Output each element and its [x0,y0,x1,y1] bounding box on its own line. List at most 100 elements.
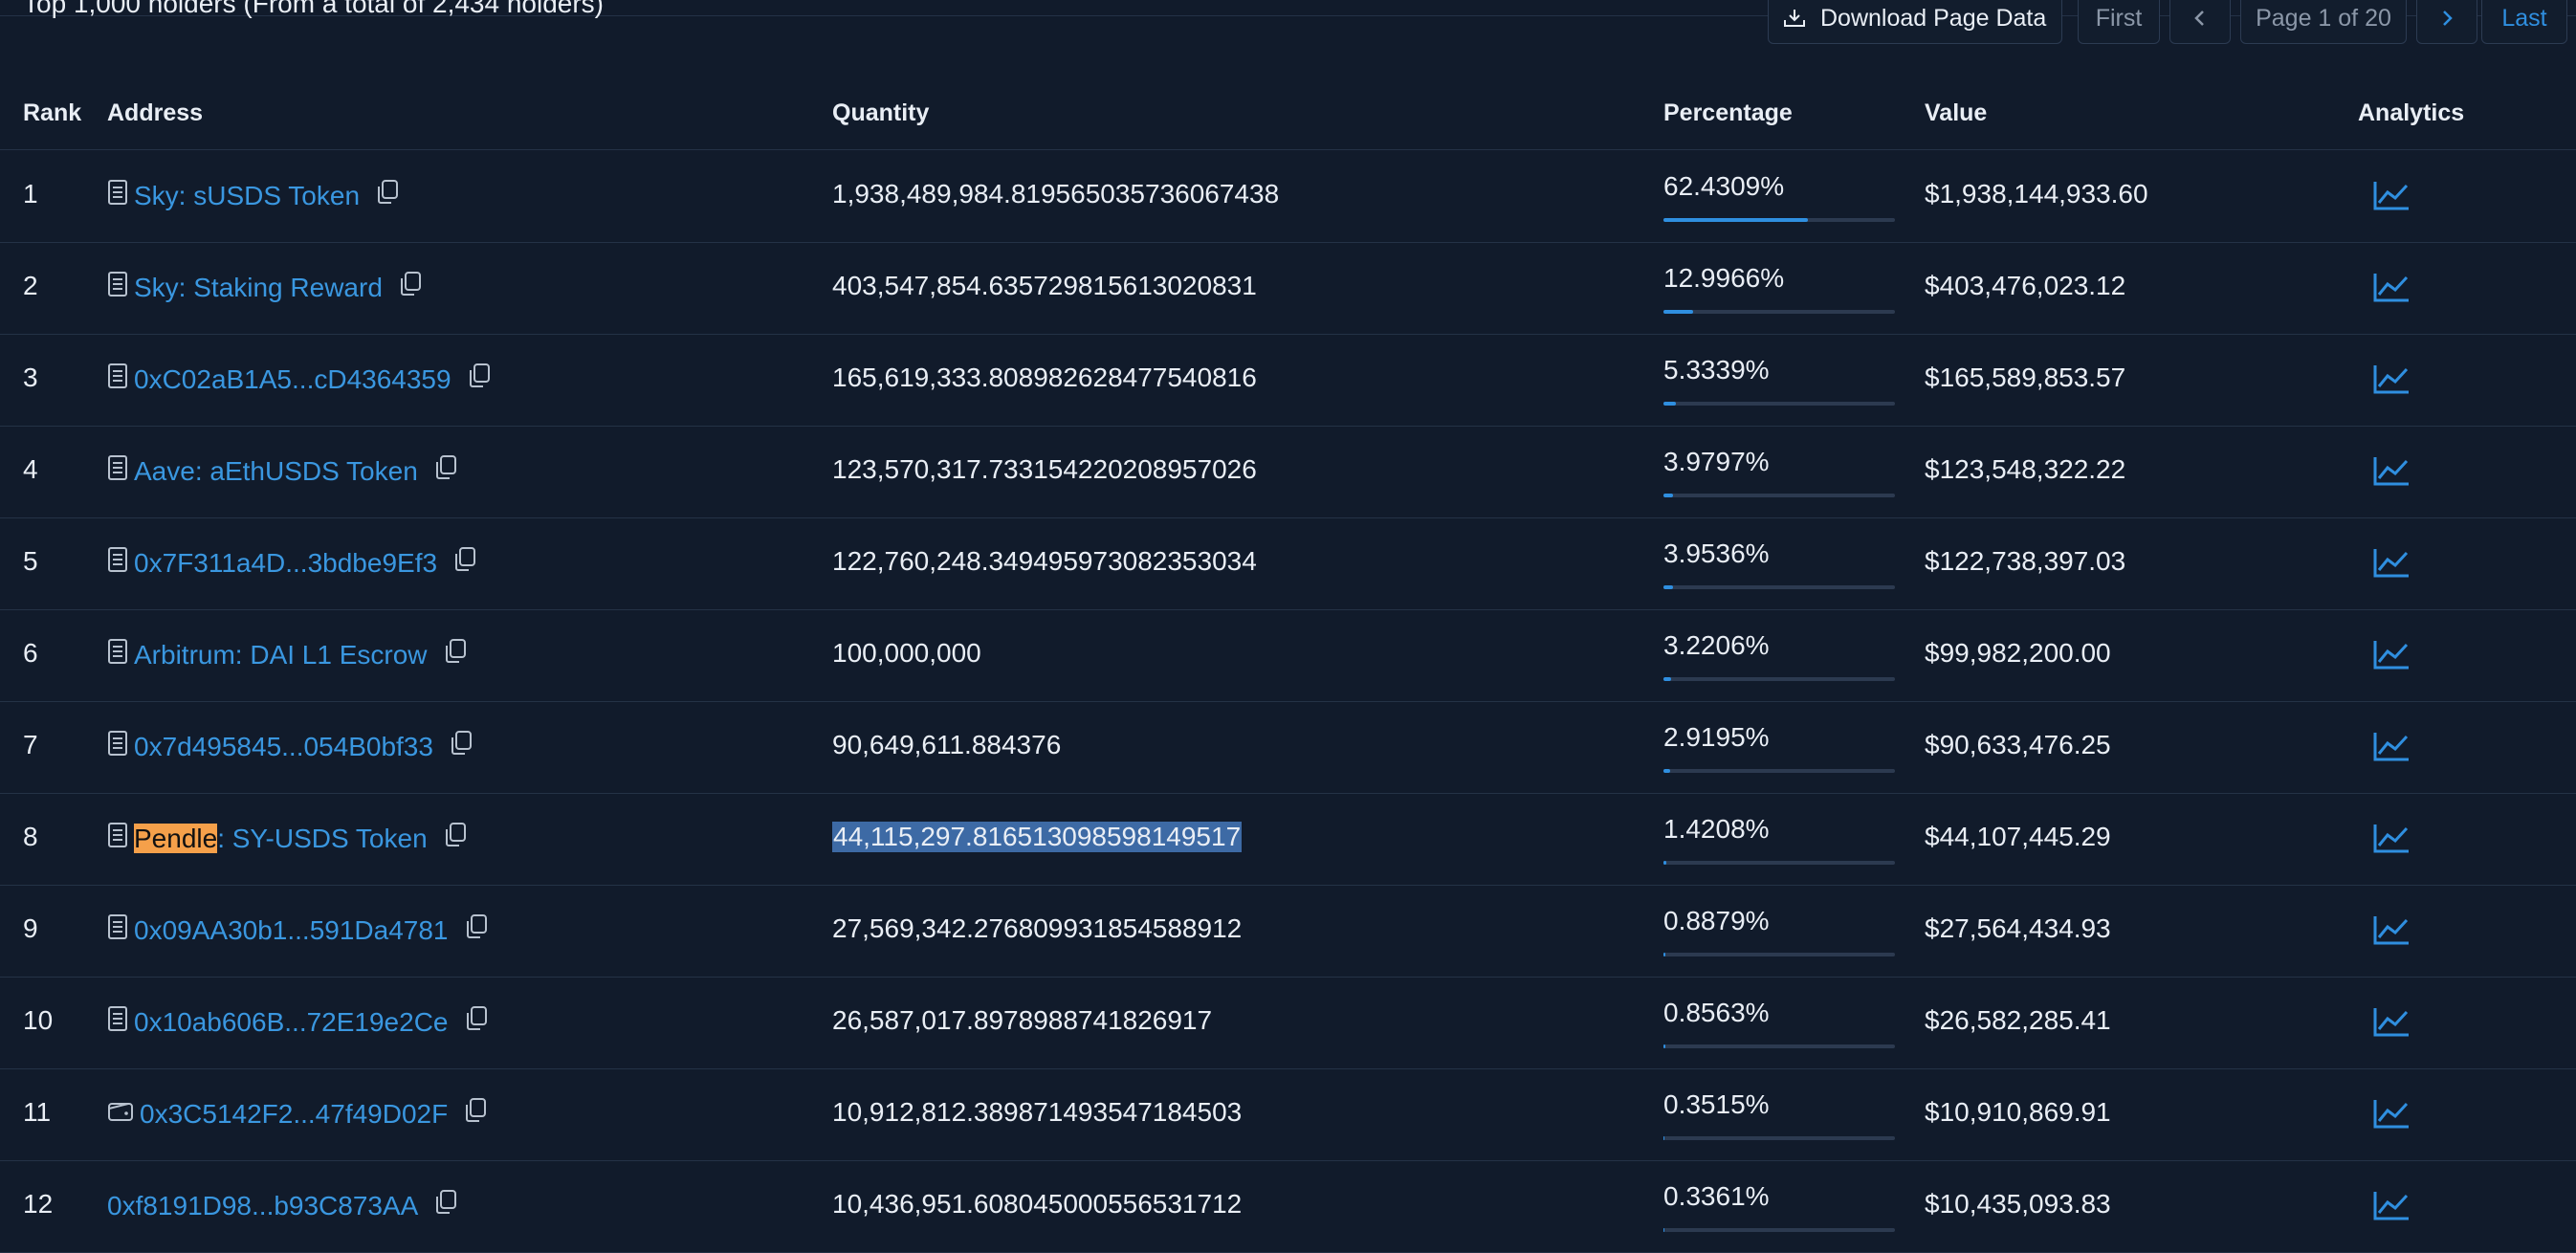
contract-icon [107,638,128,671]
wallet-icon [107,1099,134,1130]
analytics-chart-icon[interactable] [2372,730,2411,764]
address-link[interactable]: 0x3C5142F2...47f49D02F [140,1099,448,1130]
address-link[interactable]: 0x10ab606B...72E19e2Ce [134,1007,449,1038]
search-highlight: Pendle [134,823,218,853]
percentage-bar-fill [1663,1228,1664,1232]
address-link[interactable]: 0x09AA30b1...591Da4781 [134,915,449,946]
first-page-button[interactable]: First [2078,0,2160,44]
analytics-chart-icon[interactable] [2372,1097,2411,1132]
value: $1,938,144,933.60 [1925,179,2148,209]
percentage-bar-fill [1663,861,1667,865]
column-analytics: Analytics [2358,99,2465,126]
table-row: 6 Arbitrum: DAI L1 Escrow 100,000,000 3.220… [0,609,2576,702]
address-cell: Arbitrum: DAI L1 Escrow [107,638,468,671]
address-cell: 0x3C5142F2...47f49D02F [107,1097,488,1131]
analytics-chart-icon[interactable] [2372,179,2411,213]
address-cell: 0x7d495845...054B0bf33 [107,730,473,763]
copy-icon[interactable] [443,822,468,855]
address-cell: 0xf8191D98...b93C873AA [107,1189,458,1222]
value: $403,476,023.12 [1925,271,2126,300]
percentage-bar-fill [1663,218,1809,222]
percentage: 0.3361% [1663,1181,1770,1211]
percentage-bar-fill [1663,494,1673,497]
contract-icon [107,454,128,488]
contract-icon [107,1005,128,1039]
download-page-data-button[interactable]: Download Page Data [1768,0,2062,44]
copy-icon[interactable] [452,546,477,580]
table-row: 11 0x3C5142F2...47f49D02F 10,912,812.38987… [0,1068,2576,1161]
holders-summary: Top 1,000 holders (From a total of 2,434… [23,0,605,18]
percentage-bar [1663,494,1895,497]
address-cell: Pendle: SY-USDS Token [107,822,468,855]
copy-icon[interactable] [463,1097,488,1131]
percentage-bar-fill [1663,769,1671,773]
address-link[interactable]: Aave: aEthUSDS Token [134,456,418,487]
address-link[interactable]: 0x7d495845...054B0bf33 [134,732,433,762]
percentage: 3.9797% [1663,447,1770,476]
copy-icon[interactable] [464,1005,489,1039]
quantity: 165,619,333.808982628477540816 [832,363,1257,392]
copy-icon[interactable] [375,179,400,212]
percentage: 62.4309% [1663,171,1785,201]
rank: 11 [23,1097,52,1127]
quantity: 44,115,297.816513098598149517 [832,822,1243,852]
quantity: 1,938,489,984.819565035736067438 [832,179,1280,209]
analytics-chart-icon[interactable] [2372,546,2411,581]
table-row: 7 0x7d495845...054B0bf33 90,649,611.884376… [0,701,2576,794]
copy-icon[interactable] [467,363,492,396]
rank: 3 [23,363,38,392]
analytics-chart-icon[interactable] [2372,638,2411,672]
address-link[interactable]: Sky: sUSDS Token [134,181,360,211]
address-link[interactable]: Sky: Staking Reward [134,273,383,303]
analytics-chart-icon[interactable] [2372,363,2411,397]
column-value: Value [1925,99,1988,126]
percentage-bar-fill [1663,402,1676,406]
rank: 5 [23,546,38,576]
top-bar: Top 1,000 holders (From a total of 2,434… [0,0,2576,44]
rank: 12 [23,1189,54,1219]
value: $10,435,093.83 [1925,1189,2111,1219]
address-link[interactable]: 0x7F311a4D...3bdbe9Ef3 [134,548,437,579]
rank: 7 [23,730,38,759]
rank: 6 [23,638,38,668]
rank: 8 [23,822,38,851]
copy-icon[interactable] [398,271,423,304]
address-link[interactable]: Pendle: SY-USDS Token [134,823,428,854]
table-row: 10 0x10ab606B...72E19e2Ce 26,587,017.89789… [0,977,2576,1069]
address-link[interactable]: Arbitrum: DAI L1 Escrow [134,640,428,670]
last-page-button[interactable]: Last [2481,0,2567,44]
table-row: 5 0x7F311a4D...3bdbe9Ef3 122,760,248.34949… [0,517,2576,610]
address-cell: 0x10ab606B...72E19e2Ce [107,1005,489,1039]
previous-page-button[interactable] [2169,0,2231,44]
percentage-bar [1663,677,1895,681]
copy-icon[interactable] [449,730,473,763]
percentage-bar [1663,585,1895,589]
address-cell: 0xC02aB1A5...cD4364359 [107,363,492,396]
download-icon [1784,10,1805,27]
percentage: 12.9966% [1663,263,1785,293]
percentage-bar [1663,1136,1895,1140]
analytics-chart-icon[interactable] [2372,454,2411,489]
address-link[interactable]: 0xC02aB1A5...cD4364359 [134,364,451,395]
copy-icon[interactable] [443,638,468,671]
copy-icon[interactable] [464,913,489,947]
address-cell: Aave: aEthUSDS Token [107,454,458,488]
analytics-chart-icon[interactable] [2372,271,2411,305]
analytics-chart-icon[interactable] [2372,913,2411,948]
percentage: 5.3339% [1663,355,1770,385]
analytics-chart-icon[interactable] [2372,1005,2411,1040]
address-link[interactable]: 0xf8191D98...b93C873AA [107,1191,418,1221]
table-row: 8 Pendle: SY-USDS Token 44,115,297.8165130… [0,793,2576,886]
next-page-button[interactable] [2416,0,2477,44]
quantity: 122,760,248.349495973082353034 [832,546,1257,576]
rank: 10 [23,1005,54,1035]
quantity: 10,912,812.389871493547184503 [832,1097,1243,1127]
rank: 9 [23,913,38,943]
table-header: Rank Address Quantity Percentage Value A… [0,82,2576,150]
contract-icon [107,546,128,580]
table-row: 4 Aave: aEthUSDS Token 123,570,317.7331542… [0,426,2576,518]
copy-icon[interactable] [433,454,458,488]
copy-icon[interactable] [433,1189,458,1222]
analytics-chart-icon[interactable] [2372,822,2411,856]
quantity: 100,000,000 [832,638,981,668]
